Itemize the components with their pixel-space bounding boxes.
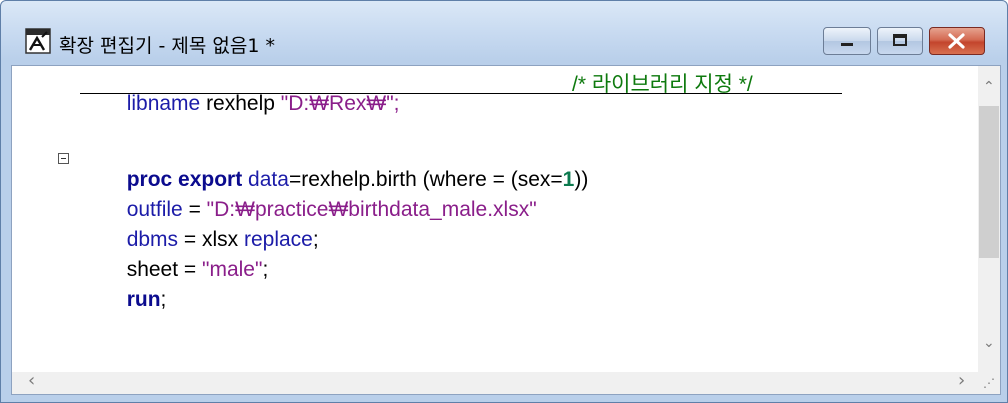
window-title: 확장 편집기 - 제목 없음1 * xyxy=(59,35,275,57)
collapse-toggle-icon[interactable] xyxy=(58,153,69,164)
close-button[interactable] xyxy=(929,27,985,55)
minimize-icon xyxy=(841,43,853,46)
scroll-right-icon[interactable]: › xyxy=(958,372,965,390)
code-area[interactable]: libname rexhelp "D:₩Rex₩";/* 라이브러리 지정 */… xyxy=(12,66,978,372)
scroll-up-icon[interactable]: ⌃ xyxy=(983,80,995,94)
code-line-dbms[interactable]: dbms = xlsx replace; xyxy=(80,204,319,251)
semicolon: ; xyxy=(262,258,269,281)
scroll-left-icon[interactable]: ‹ xyxy=(28,372,35,390)
maximize-icon xyxy=(893,34,907,46)
code-line-outfile[interactable]: outfile = "D:₩practice₩birthdata_male.xl… xyxy=(80,174,537,221)
keyword-run: run xyxy=(126,288,161,311)
vertical-scroll-thumb[interactable] xyxy=(979,106,999,258)
semicolon: ; xyxy=(312,228,319,251)
maximize-button[interactable] xyxy=(877,27,923,55)
current-line-underline xyxy=(80,93,842,94)
horizontal-scrollbar[interactable]: ‹ › xyxy=(12,372,978,394)
editor-window: 확장 편집기 - 제목 없음1 * libname rexhelp "D:₩Re… xyxy=(0,0,1008,403)
resize-grip[interactable]: ⋰ xyxy=(978,372,1000,394)
vertical-scrollbar[interactable]: ⌃ ⌄ xyxy=(978,66,1000,372)
sheet-string: "male" xyxy=(202,258,263,281)
code-line-sheet[interactable]: sheet = "male"; xyxy=(80,234,269,281)
number-literal: 1 xyxy=(562,168,575,191)
scroll-down-icon[interactable]: ⌄ xyxy=(983,336,995,350)
keyword-libname: libname xyxy=(126,92,201,115)
libref-text: rexhelp xyxy=(200,92,281,115)
semicolon: ; xyxy=(160,288,167,311)
enhanced-editor-icon xyxy=(25,28,51,54)
minimize-button[interactable] xyxy=(823,27,871,55)
code-editor[interactable]: libname rexhelp "D:₩Rex₩";/* 라이브러리 지정 */… xyxy=(11,65,1001,395)
code-line-run[interactable]: run; xyxy=(80,264,167,311)
closing-parens: )) xyxy=(574,168,589,191)
title-bar[interactable]: 확장 편집기 - 제목 없음1 * xyxy=(1,1,1007,65)
resize-grip-icon[interactable]: ⋰ xyxy=(983,376,995,390)
close-icon xyxy=(948,33,965,49)
path-string: "D:₩Rex₩"; xyxy=(280,92,400,115)
code-line-proc-export[interactable]: proc export data=rexhelp.birth (where = … xyxy=(80,144,589,191)
